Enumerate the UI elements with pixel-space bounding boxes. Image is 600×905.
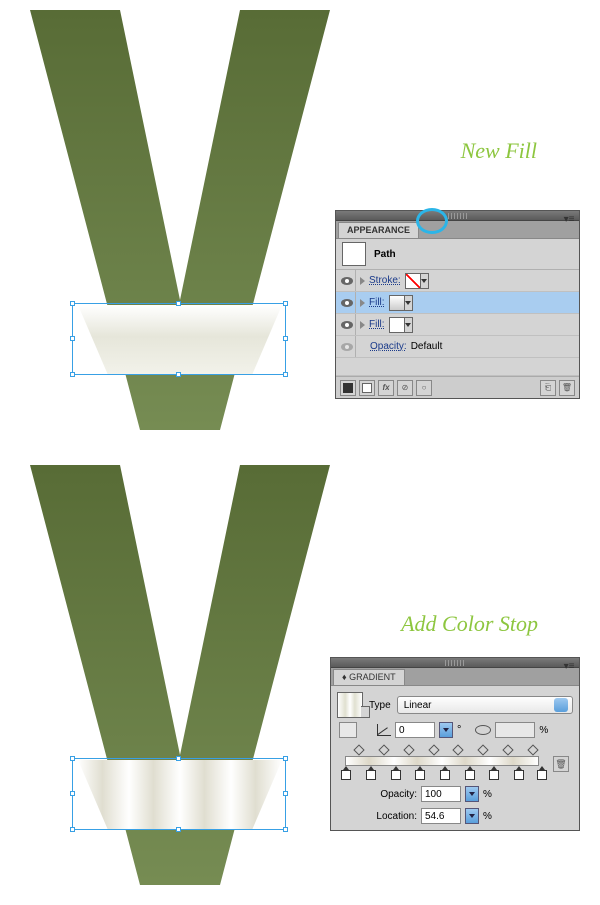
appearance-tab[interactable]: APPEARANCE <box>338 222 419 238</box>
stroke-swatch-dropdown[interactable] <box>421 273 429 289</box>
color-stop[interactable] <box>537 766 547 778</box>
visibility-icon[interactable] <box>341 321 353 329</box>
aspect-ratio-icon <box>475 725 491 735</box>
aspect-input[interactable] <box>495 722 535 738</box>
angle-dropdown[interactable] <box>439 722 453 738</box>
angle-input[interactable] <box>395 722 435 738</box>
object-type-label: Path <box>374 249 396 260</box>
footer-btn[interactable]: ○ <box>416 380 432 396</box>
fill-swatch[interactable] <box>389 295 405 311</box>
fill-swatch-dropdown[interactable] <box>405 295 413 311</box>
location-dropdown[interactable] <box>465 808 479 824</box>
panel-titlebar[interactable] <box>331 658 579 668</box>
object-thumbnail <box>342 242 366 266</box>
panel-titlebar[interactable] <box>336 211 579 221</box>
pct-label: % <box>539 725 548 736</box>
appearance-panel: APPEARANCE ▾≡ Path Stroke: Fill: <box>335 210 580 399</box>
fill-row[interactable]: Fill: <box>336 314 579 336</box>
gradient-panel: ♦ GRADIENT ▾≡ Type Linear ° % <box>330 657 580 831</box>
color-stop[interactable] <box>440 766 450 778</box>
color-stop[interactable] <box>514 766 524 778</box>
opacity-label: Opacity: <box>367 789 417 800</box>
selection-bounds <box>72 758 286 830</box>
fill-link[interactable]: Fill: <box>369 319 385 330</box>
color-stop[interactable] <box>489 766 499 778</box>
footer-btn[interactable] <box>340 380 356 396</box>
delete-button[interactable]: 🗑 <box>559 380 575 396</box>
stroke-swatch[interactable] <box>405 273 421 289</box>
color-stop[interactable] <box>391 766 401 778</box>
new-button[interactable]: ⎗ <box>540 380 556 396</box>
visibility-icon[interactable] <box>341 299 353 307</box>
gradient-tab[interactable]: ♦ GRADIENT <box>333 669 405 685</box>
gradient-ramp[interactable] <box>345 756 539 766</box>
clear-button[interactable]: ⊘ <box>397 380 413 396</box>
stop-opacity-input[interactable] <box>421 786 461 802</box>
add-color-stop-label: Add Color Stop <box>401 611 538 637</box>
visibility-icon[interactable] <box>341 343 353 351</box>
location-label: Location: <box>367 811 417 822</box>
disclosure-triangle-icon[interactable] <box>360 277 365 285</box>
footer-btn[interactable] <box>359 380 375 396</box>
fill-swatch[interactable] <box>389 317 405 333</box>
panel-menu-icon[interactable]: ▾≡ <box>563 660 575 672</box>
target-object-row: Path <box>336 239 579 270</box>
stop-location-input[interactable] <box>421 808 461 824</box>
gradient-slider[interactable]: 🗑 <box>339 746 545 780</box>
stroke-link[interactable]: Stroke: <box>369 275 401 286</box>
selection-bounds <box>72 303 286 375</box>
visibility-icon[interactable] <box>341 277 353 285</box>
gradient-type-dropdown[interactable]: Linear <box>397 696 573 714</box>
gradient-preview-swatch[interactable] <box>337 692 363 718</box>
disclosure-triangle-icon[interactable] <box>360 299 365 307</box>
new-fill-label: New Fill <box>461 138 537 164</box>
callout-highlight <box>416 208 448 234</box>
color-stop[interactable] <box>341 766 351 778</box>
panel-footer: fx ⊘ ○ ⎗ 🗑 <box>336 376 579 398</box>
fx-button[interactable]: fx <box>378 380 394 396</box>
disclosure-triangle-icon[interactable] <box>360 321 365 329</box>
color-stop[interactable] <box>366 766 376 778</box>
type-label: Type <box>369 700 391 711</box>
color-stop[interactable] <box>415 766 425 778</box>
fill-row-selected[interactable]: Fill: <box>336 292 579 314</box>
opacity-dropdown[interactable] <box>465 786 479 802</box>
delete-stop-button[interactable]: 🗑 <box>553 756 569 772</box>
stroke-row[interactable]: Stroke: <box>336 270 579 292</box>
opacity-link[interactable]: Opacity: <box>370 341 407 352</box>
opacity-value: Default <box>411 341 443 352</box>
fill-swatch-dropdown[interactable] <box>405 317 413 333</box>
angle-icon <box>377 724 391 736</box>
fill-link[interactable]: Fill: <box>369 297 385 308</box>
panel-menu-icon[interactable]: ▾≡ <box>563 213 575 225</box>
color-stop[interactable] <box>465 766 475 778</box>
reverse-gradient-button[interactable] <box>339 722 357 738</box>
opacity-row[interactable]: Opacity: Default <box>336 336 579 358</box>
